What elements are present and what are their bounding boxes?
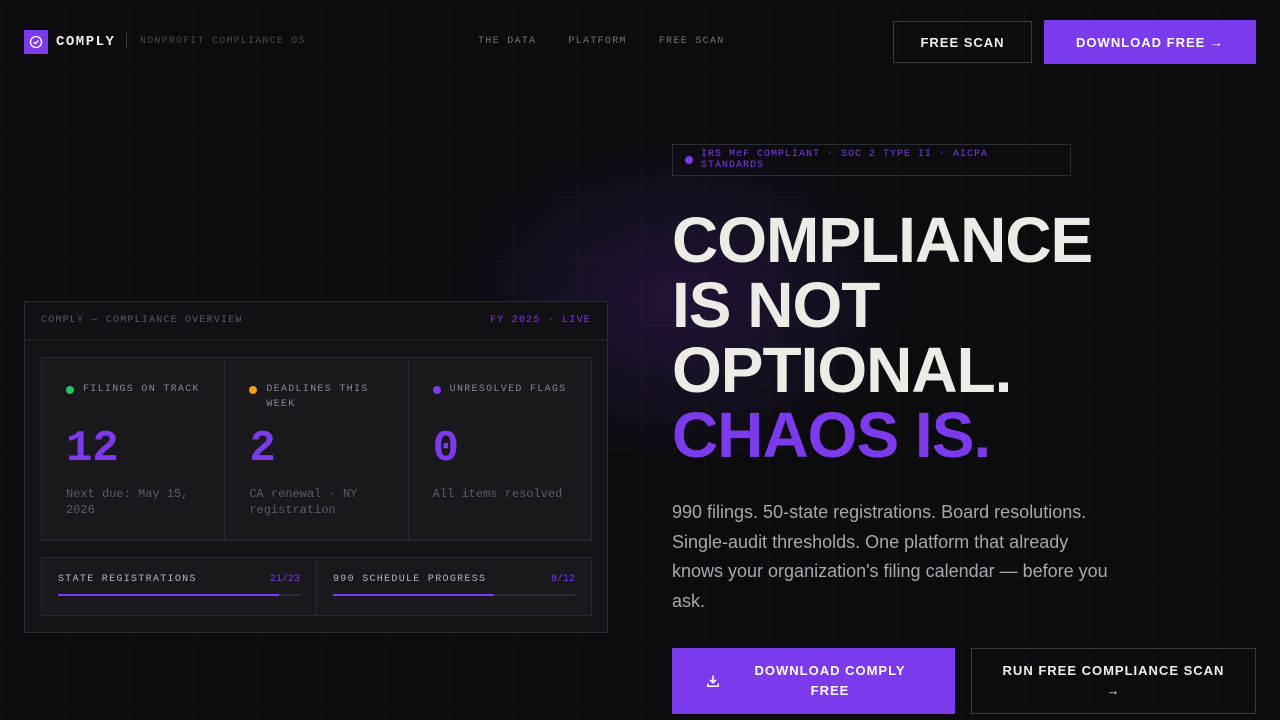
stats-grid: FILINGS ON TRACK 12 Next due: May 15, 20… <box>41 357 592 541</box>
stat-value: 2 <box>249 424 276 474</box>
stat-subtext: CA renewal · NY registration <box>249 487 358 517</box>
brand-name[interactable]: COMPLY <box>56 34 115 50</box>
card-header: COMPLY — COMPLIANCE OVERVIEW FY 2025 · L… <box>25 302 607 340</box>
headline-line: IS NOT <box>672 269 880 341</box>
brand-divider <box>126 33 127 49</box>
progress-fill <box>333 594 495 596</box>
nav-link-the-data[interactable]: THE DATA <box>478 36 536 47</box>
compliance-overview-card: COMPLY — COMPLIANCE OVERVIEW FY 2025 · L… <box>24 301 608 633</box>
hero-description: 990 filings. 50-state registrations. Boa… <box>672 502 1108 611</box>
progress-track <box>58 594 300 596</box>
button-label: DOWNLOAD COMPLY FREE <box>754 663 906 698</box>
arrow-right-icon: → <box>1106 683 1121 698</box>
progress-track <box>333 594 575 596</box>
brand-tagline: NONPROFIT COMPLIANCE OS <box>140 36 306 47</box>
progress-row: STATE REGISTRATIONS 21/23 990 SCHEDULE P… <box>41 557 592 616</box>
nav-link-free-scan[interactable]: FREE SCAN <box>659 36 725 47</box>
progress-count: 8/12 <box>550 574 575 585</box>
top-nav: COMPLY NONPROFIT COMPLIANCE OS THE DATA … <box>0 0 1280 84</box>
headline-line: OPTIONAL. <box>672 334 1012 406</box>
stat-deadlines-this-week: DEADLINES THIS WEEK 2 CA renewal · NY re… <box>225 358 409 540</box>
progress-fill <box>58 594 279 596</box>
compliance-badge: IRS MeF COMPLIANT · SOC 2 TYPE II · AICP… <box>672 144 1071 176</box>
card-status: FY 2025 · LIVE <box>490 315 591 326</box>
stat-value: 0 <box>432 424 460 474</box>
status-dot-amber <box>249 386 258 394</box>
progress-label: STATE REGISTRATIONS <box>58 574 197 585</box>
badge-dot <box>685 156 693 164</box>
check-circle-icon <box>29 35 43 49</box>
progress-990-schedule: 990 SCHEDULE PROGRESS 8/12 <box>317 558 591 615</box>
run-free-compliance-scan-button[interactable]: RUN FREE COMPLIANCE SCAN → <box>971 648 1256 714</box>
status-dot-purple <box>432 386 441 394</box>
progress-label: 990 SCHEDULE PROGRESS <box>333 574 487 585</box>
stat-filings-on-track: FILINGS ON TRACK 12 Next due: May 15, 20… <box>42 358 226 540</box>
card-title: COMPLY — COMPLIANCE OVERVIEW <box>41 315 243 326</box>
headline-accent: CHAOS IS. <box>672 399 991 471</box>
download-free-button[interactable]: DOWNLOAD FREE → <box>1044 20 1256 64</box>
stat-subtext: Next due: May 15, 2026 <box>66 487 189 517</box>
button-label: RUN FREE COMPLIANCE SCAN <box>1002 663 1225 678</box>
nav-link-platform[interactable]: PLATFORM <box>568 36 626 47</box>
status-dot-green <box>66 386 74 394</box>
free-scan-button[interactable]: FREE SCAN <box>893 21 1032 63</box>
badge-text: IRS MeF COMPLIANT · SOC 2 TYPE II · AICP… <box>701 149 989 171</box>
progress-count: 21/23 <box>269 574 300 585</box>
stat-label: DEADLINES THIS WEEK <box>266 384 369 410</box>
stat-unresolved-flags: UNRESOLVED FLAGS 0 All items resolved <box>408 358 591 540</box>
logo-mark[interactable] <box>24 30 48 54</box>
stat-label: UNRESOLVED FLAGS <box>449 384 567 395</box>
hero-headline: COMPLIANCE IS NOT OPTIONAL. CHAOS IS. <box>672 204 1093 471</box>
download-comply-free-button[interactable]: DOWNLOAD COMPLY FREE <box>672 648 955 714</box>
stat-value: 12 <box>66 424 119 474</box>
download-icon <box>707 675 719 687</box>
progress-state-registrations: STATE REGISTRATIONS 21/23 <box>42 558 317 615</box>
stat-subtext: All items resolved <box>432 487 563 501</box>
headline-line: COMPLIANCE <box>672 204 1093 276</box>
stat-label: FILINGS ON TRACK <box>83 384 200 395</box>
nav-links: THE DATA PLATFORM FREE SCAN <box>478 36 725 47</box>
